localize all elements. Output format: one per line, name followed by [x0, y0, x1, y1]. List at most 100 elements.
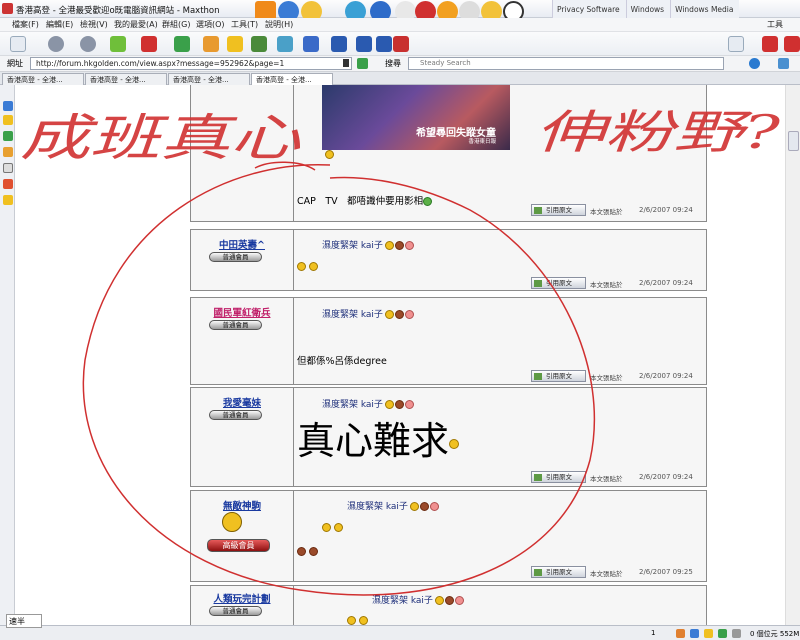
- sidebar-notes-icon[interactable]: [3, 163, 13, 173]
- post-body: 但都係%呂係degree: [297, 356, 387, 367]
- sidebar-history-icon[interactable]: [3, 131, 13, 141]
- status-icon-1[interactable]: [676, 629, 685, 638]
- favorites-star-icon[interactable]: [227, 36, 243, 52]
- taskbar-tab-windows[interactable]: Windows: [625, 0, 671, 18]
- quote-button[interactable]: 引用原文: [531, 566, 586, 578]
- menu-bar: 檔案(F) 編輯(E) 檢視(V) 我的最愛(A) 群組(G) 選項(O) 工具…: [0, 18, 800, 32]
- menu-options[interactable]: 選項(O): [196, 19, 225, 30]
- post-footer: 引用原文 本文張貼於 2/6/2007 09:24: [531, 471, 703, 483]
- emoticon-icon: [409, 501, 419, 511]
- menu-view[interactable]: 檢視(V): [80, 19, 108, 30]
- groups-icon[interactable]: [251, 36, 267, 52]
- close-all-icon[interactable]: [784, 36, 800, 52]
- tab-3[interactable]: 香港高登 - 全港...: [168, 73, 250, 85]
- status-icon-2[interactable]: [690, 629, 699, 638]
- quote-button[interactable]: 引用原文: [531, 471, 586, 483]
- user-avatar: [222, 512, 242, 532]
- image-subcaption: 香港東日報: [468, 139, 496, 145]
- emoticon-icon: [404, 399, 414, 409]
- forward-icon[interactable]: [80, 36, 96, 52]
- permalink[interactable]: 本文張貼於: [590, 206, 623, 216]
- homepage-icon[interactable]: [203, 36, 219, 52]
- emoticon-icon: [325, 150, 334, 159]
- username[interactable]: 中田英壽^: [191, 237, 293, 251]
- search-options-icon[interactable]: [778, 58, 789, 69]
- stop-icon[interactable]: [141, 36, 157, 52]
- status-icon-3[interactable]: [704, 629, 713, 638]
- rank-badge: 普通會員: [209, 252, 262, 262]
- sidebar-folder-icon[interactable]: [3, 147, 13, 157]
- username[interactable]: 我愛毫妹: [191, 395, 293, 409]
- emoticon-icon: [384, 399, 394, 409]
- post-title: 濕度緊架 kai子: [322, 307, 415, 320]
- search-input[interactable]: Steady Search: [408, 57, 724, 70]
- window-title: 香港高登 - 全港最受歡迎o既電腦資訊網站 - Maxthon: [16, 6, 220, 16]
- up-icon[interactable]: [110, 36, 126, 52]
- rank-badge: 普通會員: [209, 606, 262, 616]
- username[interactable]: 無敵神駒: [191, 498, 293, 512]
- page-content: 希望尋回失蹤女童 香港東日報 CAP TV 都唔識仲要用影相 引用原文 本文張貼…: [15, 85, 785, 625]
- sidebar-search-icon[interactable]: [3, 101, 13, 111]
- post-footer: 引用原文 本文張貼於 2/6/2007 09:24: [531, 204, 703, 216]
- post-date: 2/6/2007 09:24: [639, 372, 693, 380]
- post-date: 2/6/2007 09:24: [639, 473, 693, 481]
- emoticon-icon: [434, 595, 444, 605]
- screen-icon[interactable]: [277, 36, 293, 52]
- sidebar-emoticon-icon[interactable]: [3, 195, 13, 205]
- quote-button[interactable]: 引用原文: [531, 370, 586, 382]
- back-icon[interactable]: [48, 36, 64, 52]
- block-popup-icon[interactable]: [393, 36, 409, 52]
- scrollbar-thumb[interactable]: [788, 131, 799, 151]
- vertical-scrollbar[interactable]: [785, 85, 800, 625]
- tab-4-active[interactable]: 香港高登 - 全港...: [251, 73, 333, 85]
- new-page-icon[interactable]: [10, 36, 26, 52]
- sidebar-rss-icon[interactable]: [3, 179, 13, 189]
- menu-groups[interactable]: 群組(G): [162, 19, 190, 30]
- status-icon-4[interactable]: [718, 629, 727, 638]
- post-title: 濕度緊架 kai子: [322, 238, 415, 251]
- taskbar-tab-privacy[interactable]: Privacy Software: [552, 0, 626, 18]
- menu-edit[interactable]: 編輯(E): [46, 19, 73, 30]
- tab-1[interactable]: 香港高登 - 全港...: [2, 73, 84, 85]
- tab-2[interactable]: 香港高登 - 全港...: [85, 73, 167, 85]
- taskbar-tab-windows-media[interactable]: Windows Media: [670, 0, 740, 18]
- menu-help[interactable]: 說明(H): [265, 19, 293, 30]
- quote-button[interactable]: 引用原文: [531, 277, 586, 289]
- url-input[interactable]: http://forum.hkgolden.com/view.aspx?mess…: [30, 57, 352, 70]
- permalink[interactable]: 本文張貼於: [590, 279, 623, 289]
- post-date: 2/6/2007 09:24: [639, 279, 693, 287]
- post-date: 2/6/2007 09:25: [639, 568, 693, 576]
- ime-indicator[interactable]: 速半: [6, 614, 42, 628]
- username[interactable]: 人類玩完計劃: [191, 591, 293, 605]
- window-icon[interactable]: [376, 36, 392, 52]
- permalink[interactable]: 本文張貼於: [590, 473, 623, 483]
- menu-tools-right[interactable]: 工具: [767, 19, 783, 30]
- username[interactable]: 國民軍紅衛兵: [191, 305, 293, 319]
- search-engine-icon[interactable]: [749, 58, 760, 69]
- status-icon-5[interactable]: [732, 629, 741, 638]
- url-dropdown-icon[interactable]: [343, 59, 349, 67]
- refresh-icon[interactable]: [174, 36, 190, 52]
- split-view-icon[interactable]: [356, 36, 372, 52]
- status-memory: 0 個位元 552M: [750, 630, 800, 638]
- app-icon: [2, 3, 13, 14]
- undo-icon[interactable]: [303, 36, 319, 52]
- post-image: 希望尋回失蹤女童 香港東日報: [322, 85, 510, 150]
- menu-favorites[interactable]: 我的最愛(A): [114, 19, 158, 30]
- permalink[interactable]: 本文張貼於: [590, 372, 623, 382]
- post-title: 濕度緊架 kai子: [322, 397, 415, 410]
- permalink[interactable]: 本文張貼於: [590, 568, 623, 578]
- menu-file[interactable]: 檔案(F): [12, 19, 39, 30]
- post-footer: 引用原文 本文張貼於 2/6/2007 09:24: [531, 370, 703, 382]
- menu-tools[interactable]: 工具(T): [231, 19, 258, 30]
- sidebar-favorites-icon[interactable]: [3, 115, 13, 125]
- close-tab-icon[interactable]: [762, 36, 778, 52]
- go-icon[interactable]: [357, 58, 368, 69]
- ball-icon: [394, 399, 404, 409]
- sidebar: [0, 85, 15, 625]
- layout-icon[interactable]: [331, 36, 347, 52]
- post-body: 真心難求: [297, 420, 460, 462]
- restore-icon[interactable]: [728, 36, 744, 52]
- taskbar-tabs: Privacy Software Windows Windows Media: [552, 0, 740, 18]
- quote-button[interactable]: 引用原文: [531, 204, 586, 216]
